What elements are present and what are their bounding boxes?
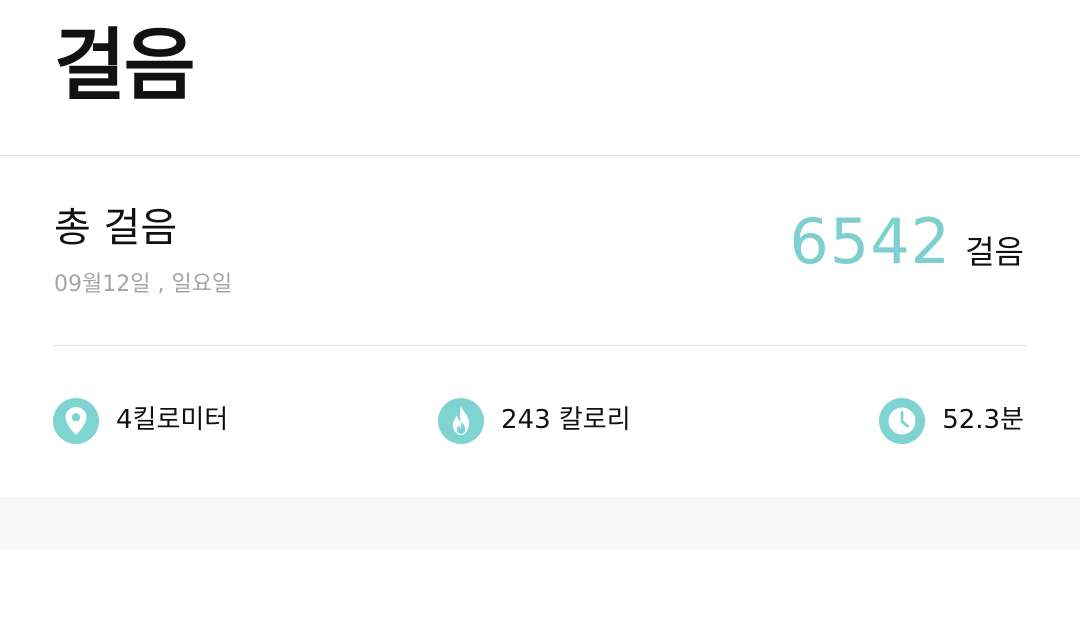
flame-icon [438,398,484,444]
page-title: 걸음 [54,21,196,111]
bottom-band [0,497,1080,550]
summary-date: 09월12일 , 일요일 [54,272,233,297]
step-count-value: 6542 [789,205,952,278]
app-header: 걸음 [0,0,1080,156]
clock-icon [879,398,926,444]
duration-value: 52.3분 [942,405,1024,436]
location-pin-icon [53,398,99,444]
calorie-value: 243 칼로리 [501,405,631,436]
step-count: 6542 걸음 [789,205,1024,278]
step-summary-card[interactable]: 총 걸음 09월12일 , 일요일 6542 걸음 [0,156,1080,346]
duration-stat: 52.3분 [879,398,1024,444]
activity-stats: 4킬로미터 243 칼로리 52.3분 [0,346,1080,497]
distance-value: 4킬로미터 [116,405,229,436]
distance-stat: 4킬로미터 [53,398,228,444]
total-steps-label: 총 걸음 [54,205,178,251]
calorie-stat: 243 칼로리 [438,398,631,444]
step-count-unit: 걸음 [965,233,1024,271]
